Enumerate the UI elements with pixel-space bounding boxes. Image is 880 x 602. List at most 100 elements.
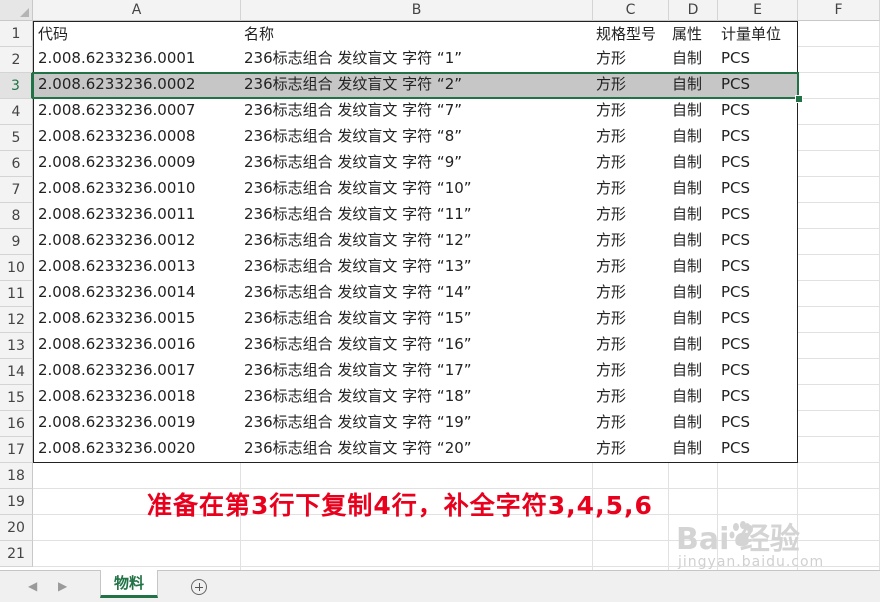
table-cell[interactable]: 方形 (592, 384, 669, 411)
column-header-b[interactable]: B (241, 0, 593, 21)
table-cell[interactable]: 2.008.6233236.0014 (33, 280, 241, 307)
table-cell[interactable]: 236标志组合 发纹盲文 字符 “18” (240, 384, 593, 411)
row-header-10[interactable]: 10 (0, 255, 33, 281)
table-cell[interactable]: 2.008.6233236.0016 (33, 332, 241, 359)
table-cell[interactable]: 2.008.6233236.0011 (33, 202, 241, 229)
table-cell[interactable]: 自制 (668, 306, 718, 333)
table-cell[interactable]: PCS (717, 98, 798, 125)
row-header-15[interactable]: 15 (0, 385, 33, 411)
column-header-f[interactable]: F (798, 0, 880, 21)
row-header-4[interactable]: 4 (0, 99, 33, 125)
table-cell[interactable]: PCS (717, 176, 798, 203)
row-header-20[interactable]: 20 (0, 515, 33, 541)
table-cell[interactable]: PCS (717, 150, 798, 177)
table-cell[interactable]: PCS (717, 410, 798, 437)
table-cell[interactable]: 自制 (668, 46, 718, 73)
row-header-2[interactable]: 2 (0, 47, 33, 73)
table-cell[interactable]: 236标志组合 发纹盲文 字符 “2” (240, 72, 593, 99)
row-header-21[interactable]: 21 (0, 541, 33, 567)
table-cell[interactable]: PCS (717, 384, 798, 411)
table-cell[interactable]: 2.008.6233236.0008 (33, 124, 241, 151)
table-header-cell[interactable]: 名称 (240, 21, 593, 47)
table-cell[interactable]: 方形 (592, 436, 669, 463)
table-cell[interactable]: 2.008.6233236.0015 (33, 306, 241, 333)
table-cell[interactable]: 方形 (592, 280, 669, 307)
row-header-11[interactable]: 11 (0, 281, 33, 307)
table-cell[interactable]: 自制 (668, 72, 718, 99)
row-header-5[interactable]: 5 (0, 125, 33, 151)
table-cell[interactable]: PCS (717, 72, 798, 99)
row-header-12[interactable]: 12 (0, 307, 33, 333)
row-header-13[interactable]: 13 (0, 333, 33, 359)
table-cell[interactable]: 自制 (668, 124, 718, 151)
table-cell[interactable]: 2.008.6233236.0013 (33, 254, 241, 281)
table-cell[interactable]: PCS (717, 228, 798, 255)
table-cell[interactable]: 方形 (592, 306, 669, 333)
table-cell[interactable]: PCS (717, 124, 798, 151)
table-cell[interactable]: 自制 (668, 202, 718, 229)
plus-circle-icon[interactable] (191, 579, 207, 595)
row-header-8[interactable]: 8 (0, 203, 33, 229)
column-header-a[interactable]: A (33, 0, 241, 21)
column-header-c[interactable]: C (593, 0, 669, 21)
row-header-7[interactable]: 7 (0, 177, 33, 203)
sheet-tab-wuliao[interactable]: 物料 (100, 570, 158, 598)
table-cell[interactable]: 236标志组合 发纹盲文 字符 “20” (240, 436, 593, 463)
table-cell[interactable]: 方形 (592, 150, 669, 177)
column-header-d[interactable]: D (669, 0, 718, 21)
table-cell[interactable]: 236标志组合 发纹盲文 字符 “13” (240, 254, 593, 281)
table-header-cell[interactable]: 代码 (33, 21, 241, 47)
table-cell[interactable]: 2.008.6233236.0019 (33, 410, 241, 437)
table-header-cell[interactable]: 计量单位 (717, 21, 798, 47)
table-cell[interactable]: 自制 (668, 150, 718, 177)
table-cell[interactable]: 236标志组合 发纹盲文 字符 “11” (240, 202, 593, 229)
table-cell[interactable]: 236标志组合 发纹盲文 字符 “15” (240, 306, 593, 333)
table-cell[interactable]: 自制 (668, 98, 718, 125)
row-header-3[interactable]: 3 (0, 73, 33, 99)
table-cell[interactable]: 方形 (592, 202, 669, 229)
table-cell[interactable]: 236标志组合 发纹盲文 字符 “8” (240, 124, 593, 151)
table-cell[interactable]: 2.008.6233236.0010 (33, 176, 241, 203)
row-header-14[interactable]: 14 (0, 359, 33, 385)
table-cell[interactable]: 自制 (668, 384, 718, 411)
table-header-cell[interactable]: 规格型号 (592, 21, 669, 47)
table-cell[interactable]: PCS (717, 306, 798, 333)
table-cell[interactable]: 方形 (592, 228, 669, 255)
table-cell[interactable]: 2.008.6233236.0012 (33, 228, 241, 255)
table-cell[interactable]: PCS (717, 280, 798, 307)
table-cell[interactable]: 236标志组合 发纹盲文 字符 “17” (240, 358, 593, 385)
table-cell[interactable]: 方形 (592, 98, 669, 125)
table-cell[interactable]: 236标志组合 发纹盲文 字符 “1” (240, 46, 593, 73)
table-cell[interactable]: 236标志组合 发纹盲文 字符 “14” (240, 280, 593, 307)
row-header-6[interactable]: 6 (0, 151, 33, 177)
table-cell[interactable]: PCS (717, 202, 798, 229)
table-cell[interactable]: 236标志组合 发纹盲文 字符 “16” (240, 332, 593, 359)
table-cell[interactable]: 方形 (592, 410, 669, 437)
chevron-right-icon[interactable]: ▶ (58, 579, 67, 593)
table-cell[interactable]: 自制 (668, 436, 718, 463)
table-cell[interactable]: 2.008.6233236.0009 (33, 150, 241, 177)
fill-handle[interactable] (795, 95, 803, 103)
table-cell[interactable]: 自制 (668, 280, 718, 307)
column-header-e[interactable]: E (718, 0, 798, 21)
chevron-left-icon[interactable]: ◀ (28, 579, 37, 593)
row-header-19[interactable]: 19 (0, 489, 33, 515)
table-cell[interactable]: 自制 (668, 358, 718, 385)
table-cell[interactable]: 自制 (668, 410, 718, 437)
table-cell[interactable]: 2.008.6233236.0018 (33, 384, 241, 411)
table-cell[interactable]: 2.008.6233236.0017 (33, 358, 241, 385)
table-header-cell[interactable]: 属性 (668, 21, 718, 47)
row-header-16[interactable]: 16 (0, 411, 33, 437)
table-cell[interactable]: 2.008.6233236.0007 (33, 98, 241, 125)
table-cell[interactable]: 自制 (668, 176, 718, 203)
table-cell[interactable]: 自制 (668, 254, 718, 281)
table-cell[interactable]: 2.008.6233236.0020 (33, 436, 241, 463)
table-cell[interactable]: 2.008.6233236.0001 (33, 46, 241, 73)
table-cell[interactable]: 236标志组合 发纹盲文 字符 “19” (240, 410, 593, 437)
table-cell[interactable]: 自制 (668, 228, 718, 255)
table-cell[interactable]: 方形 (592, 72, 669, 99)
table-cell[interactable]: PCS (717, 436, 798, 463)
table-cell[interactable]: 自制 (668, 332, 718, 359)
row-header-9[interactable]: 9 (0, 229, 33, 255)
table-cell[interactable]: 方形 (592, 124, 669, 151)
